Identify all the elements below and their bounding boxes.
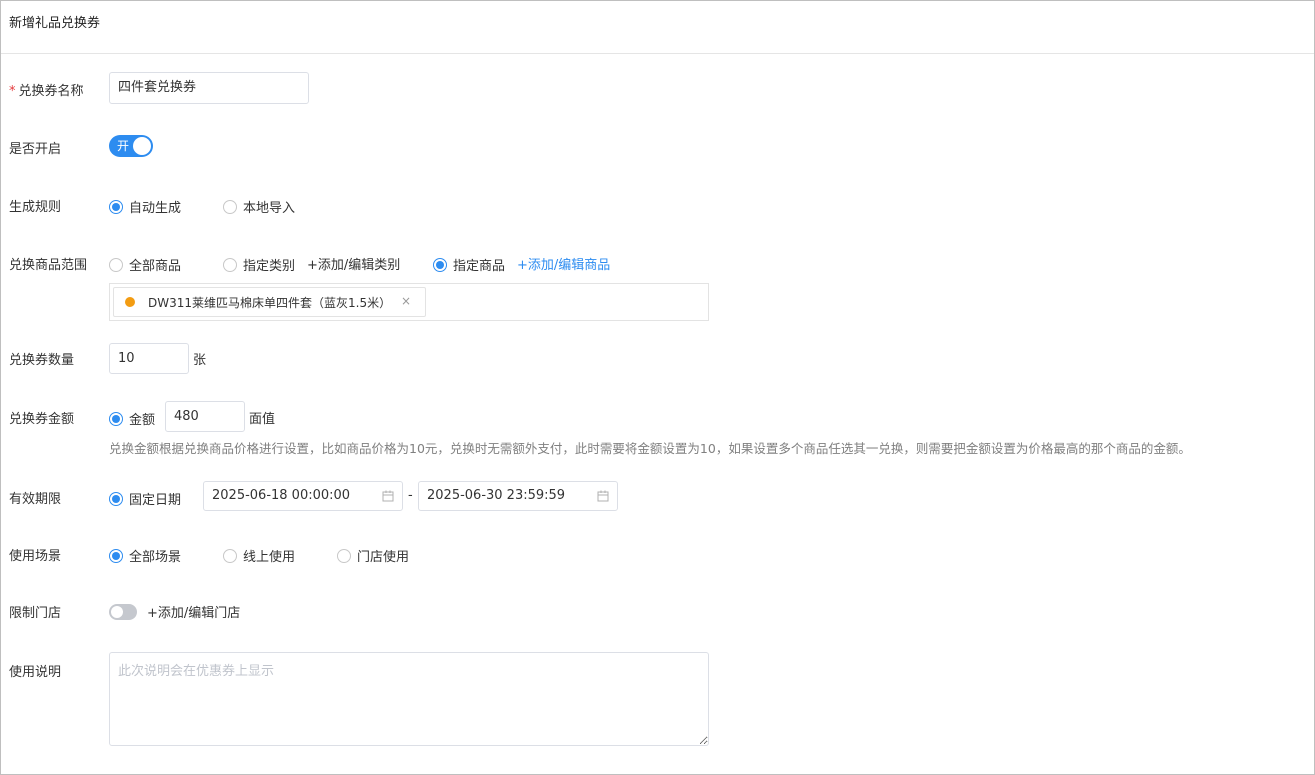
required-mark: * — [9, 84, 16, 99]
instructions-label: 使用说明 — [9, 665, 62, 680]
end-date-value: 2025-06-30 23:59:59 — [427, 488, 566, 503]
scope-radio-category[interactable]: 指定类别 — [223, 255, 295, 274]
scope-label: 兑换商品范围 — [9, 258, 88, 273]
radio-unchecked-icon — [109, 257, 123, 272]
radio-unchecked-icon — [223, 548, 237, 563]
rule-radio-import[interactable]: 本地导入 — [223, 197, 295, 216]
calendar-icon — [382, 490, 394, 502]
radio-checked-icon — [433, 257, 447, 272]
add-store-link[interactable]: +添加/编辑门店 — [147, 602, 240, 621]
validity-radio-fixed[interactable]: 固定日期 — [109, 489, 181, 508]
radio-checked-icon — [109, 491, 123, 506]
name-input[interactable]: 四件套兑换券 — [109, 72, 309, 104]
quantity-input[interactable]: 10 — [109, 343, 189, 374]
page-title: 新增礼品兑换券 — [9, 16, 101, 31]
form-panel: 新增礼品兑换券 * 兑换券名称 四件套兑换券 是否开启 开 生成规则 自动生成 本… — [0, 0, 1315, 775]
add-product-link[interactable]: +添加/编辑商品 — [517, 254, 610, 273]
close-icon[interactable]: × — [401, 294, 411, 308]
switch-text: 开 — [117, 139, 130, 153]
instructions-textarea[interactable] — [109, 652, 709, 746]
rule-radio-auto[interactable]: 自动生成 — [109, 197, 181, 216]
store-limit-switch[interactable] — [109, 604, 137, 620]
name-label: * 兑换券名称 — [9, 84, 84, 99]
selected-products-box: DW311莱维匹马棉床单四件套（蓝灰1.5米） × — [109, 283, 709, 321]
radio-unchecked-icon — [223, 257, 237, 272]
enabled-switch[interactable]: 开 — [109, 135, 153, 157]
start-date-input[interactable]: 2025-06-18 00:00:00 — [203, 481, 403, 511]
scope-radio-all[interactable]: 全部商品 — [109, 255, 181, 274]
radio-checked-icon — [109, 199, 123, 214]
validity-label: 有效期限 — [9, 492, 62, 507]
rule-label: 生成规则 — [9, 200, 62, 215]
start-date-value: 2025-06-18 00:00:00 — [212, 488, 351, 503]
radio-checked-icon — [109, 548, 123, 563]
store-limit-label: 限制门店 — [9, 606, 62, 621]
switch-knob — [111, 606, 123, 618]
usage-label: 使用场景 — [9, 549, 62, 564]
amount-input[interactable]: 480 — [165, 401, 245, 432]
radio-checked-icon — [109, 411, 123, 426]
usage-radio-store[interactable]: 门店使用 — [337, 546, 409, 565]
end-date-input[interactable]: 2025-06-30 23:59:59 — [418, 481, 618, 511]
calendar-icon — [597, 490, 609, 502]
radio-unchecked-icon — [337, 548, 351, 563]
status-dot-icon — [125, 297, 135, 307]
quantity-label: 兑换券数量 — [9, 353, 75, 368]
product-tag-label: DW311莱维匹马棉床单四件套（蓝灰1.5米） — [148, 295, 392, 310]
amount-hint: 兑换金额根据兑换商品价格进行设置，比如商品价格为10元，兑换时无需额外支付，此时… — [109, 441, 1191, 456]
amount-unit: 面值 — [249, 412, 276, 427]
usage-radio-online[interactable]: 线上使用 — [223, 546, 295, 565]
radio-unchecked-icon — [223, 199, 237, 214]
add-category-link[interactable]: +添加/编辑类别 — [307, 254, 400, 273]
switch-knob — [133, 137, 151, 155]
usage-radio-all[interactable]: 全部场景 — [109, 546, 181, 565]
scope-radio-product[interactable]: 指定商品 — [433, 255, 505, 274]
quantity-unit: 张 — [193, 353, 207, 368]
amount-radio[interactable]: 金额 — [109, 409, 155, 428]
enabled-label: 是否开启 — [9, 142, 62, 157]
amount-label: 兑换券金额 — [9, 412, 75, 427]
date-separator: - — [408, 488, 413, 503]
title-divider — [1, 53, 1314, 54]
product-tag: DW311莱维匹马棉床单四件套（蓝灰1.5米） × — [113, 287, 426, 317]
